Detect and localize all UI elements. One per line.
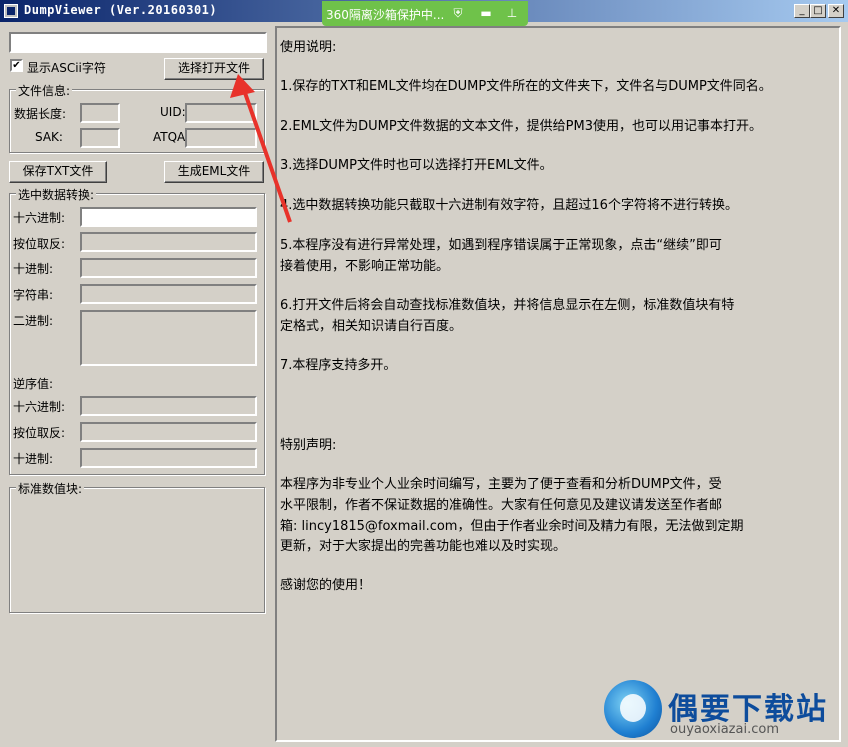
- reverse-decimal-label: 十进制:: [13, 452, 54, 466]
- invert-field: [80, 232, 257, 252]
- data-length-field: [80, 103, 120, 123]
- uid-field: [185, 103, 257, 123]
- binary-field: [80, 310, 257, 366]
- watermark-logo-icon: [604, 680, 662, 738]
- readme-line: 7.本程序支持多开。: [280, 358, 397, 373]
- watermark-url: ouyaoxiazai.com: [670, 722, 779, 737]
- readme-line: 本程序为非专业个人业余时间编写，主要为了便于查看和分析DUMP文件，受: [280, 477, 722, 492]
- readme-line: 5.本程序没有进行异常处理，如遇到程序错误属于正常现象，点击“继续”即可: [280, 238, 722, 253]
- close-button[interactable]: ✕: [828, 4, 844, 18]
- sak-field: [80, 128, 120, 148]
- readme-line: 感谢您的使用！: [280, 578, 372, 593]
- readme-line: 使用说明:: [280, 40, 337, 55]
- readme-panel[interactable]: 使用说明: 1.保存的TXT和EML文件均在DUMP文件所在的文件夹下，文件名与…: [275, 26, 841, 742]
- save-txt-button[interactable]: 保存TXT文件: [9, 161, 107, 183]
- sandbox-banner: 360隔离沙箱保护中... ⛨ ▬ ⊥: [322, 1, 528, 26]
- hex-input[interactable]: [80, 207, 257, 227]
- reverse-invert-field: [80, 422, 257, 442]
- file-path-input[interactable]: [9, 32, 267, 53]
- sak-label: SAK:: [35, 130, 63, 144]
- decimal-field: [80, 258, 257, 278]
- standard-block-legend: 标准数值块:: [16, 480, 85, 497]
- watermark: 偶要下载站 ouyaoxiazai.com: [604, 676, 844, 744]
- readme-line: 3.选择DUMP文件时也可以选择打开EML文件。: [280, 158, 553, 173]
- data-conversion-legend: 选中数据转换:: [16, 186, 97, 203]
- minimize-button[interactable]: _: [794, 4, 810, 18]
- maximize-button[interactable]: □: [810, 4, 826, 18]
- file-info-legend: 文件信息:: [16, 82, 73, 99]
- decimal-label: 十进制:: [13, 262, 54, 276]
- app-icon: [4, 4, 18, 18]
- data-length-label: 数据长度:: [14, 107, 67, 121]
- readme-line: 1.保存的TXT和EML文件均在DUMP文件所在的文件夹下，文件名与DUMP文件…: [280, 79, 772, 94]
- select-file-button[interactable]: 选择打开文件: [164, 58, 264, 80]
- atqa-label: ATQA:: [153, 130, 190, 144]
- readme-line: 2.EML文件为DUMP文件数据的文本文件，提供给PM3使用，也可以用记事本打开…: [280, 119, 762, 134]
- readme-line: 箱: lincy1815@foxmail.com，但由于作者业余时间及精力有限，…: [280, 519, 744, 534]
- standard-block-group: [9, 487, 265, 613]
- readme-line: 水平限制，作者不保证数据的准确性。大家有任何意见及建议请发送至作者邮: [280, 498, 723, 513]
- window-title: DumpViewer (Ver.20160301): [24, 3, 218, 17]
- reverse-label: 逆序值:: [13, 377, 54, 391]
- reverse-decimal-field: [80, 448, 257, 468]
- pin-icon[interactable]: ⊥: [504, 5, 520, 21]
- binary-label: 二进制:: [13, 314, 54, 328]
- generate-eml-button[interactable]: 生成EML文件: [164, 161, 264, 183]
- sandbox-shield-icon[interactable]: ⛨: [450, 5, 466, 21]
- string-field: [80, 284, 257, 304]
- reverse-invert-label: 按位取反:: [13, 426, 66, 440]
- readme-line: 接着使用，不影响正常功能。: [280, 259, 450, 274]
- folder-icon[interactable]: ▬: [478, 5, 494, 21]
- atqa-field: [185, 128, 257, 148]
- readme-line: 定格式，相关知识请自行百度。: [280, 319, 463, 334]
- invert-label: 按位取反:: [13, 237, 66, 251]
- sandbox-label: 360隔离沙箱保护中...: [326, 8, 445, 22]
- readme-line: 特别声明:: [280, 438, 337, 453]
- show-ascii-label: 显示ASCii字符: [27, 61, 106, 75]
- readme-line: 更新，对于大家提出的完善功能也难以及时实现。: [280, 539, 567, 554]
- readme-line: 4.选中数据转换功能只截取十六进制有效字符，且超过16个字符将不进行转换。: [280, 198, 738, 213]
- readme-line: 6.打开文件后将会自动查找标准数值块，并将信息显示在左侧，标准数值块有特: [280, 298, 735, 313]
- show-ascii-checkbox[interactable]: ✔: [10, 59, 23, 72]
- string-label: 字符串:: [13, 288, 54, 302]
- reverse-hex-field: [80, 396, 257, 416]
- reverse-hex-label: 十六进制:: [13, 400, 66, 414]
- uid-label: UID:: [160, 105, 186, 119]
- hex-label: 十六进制:: [13, 211, 66, 225]
